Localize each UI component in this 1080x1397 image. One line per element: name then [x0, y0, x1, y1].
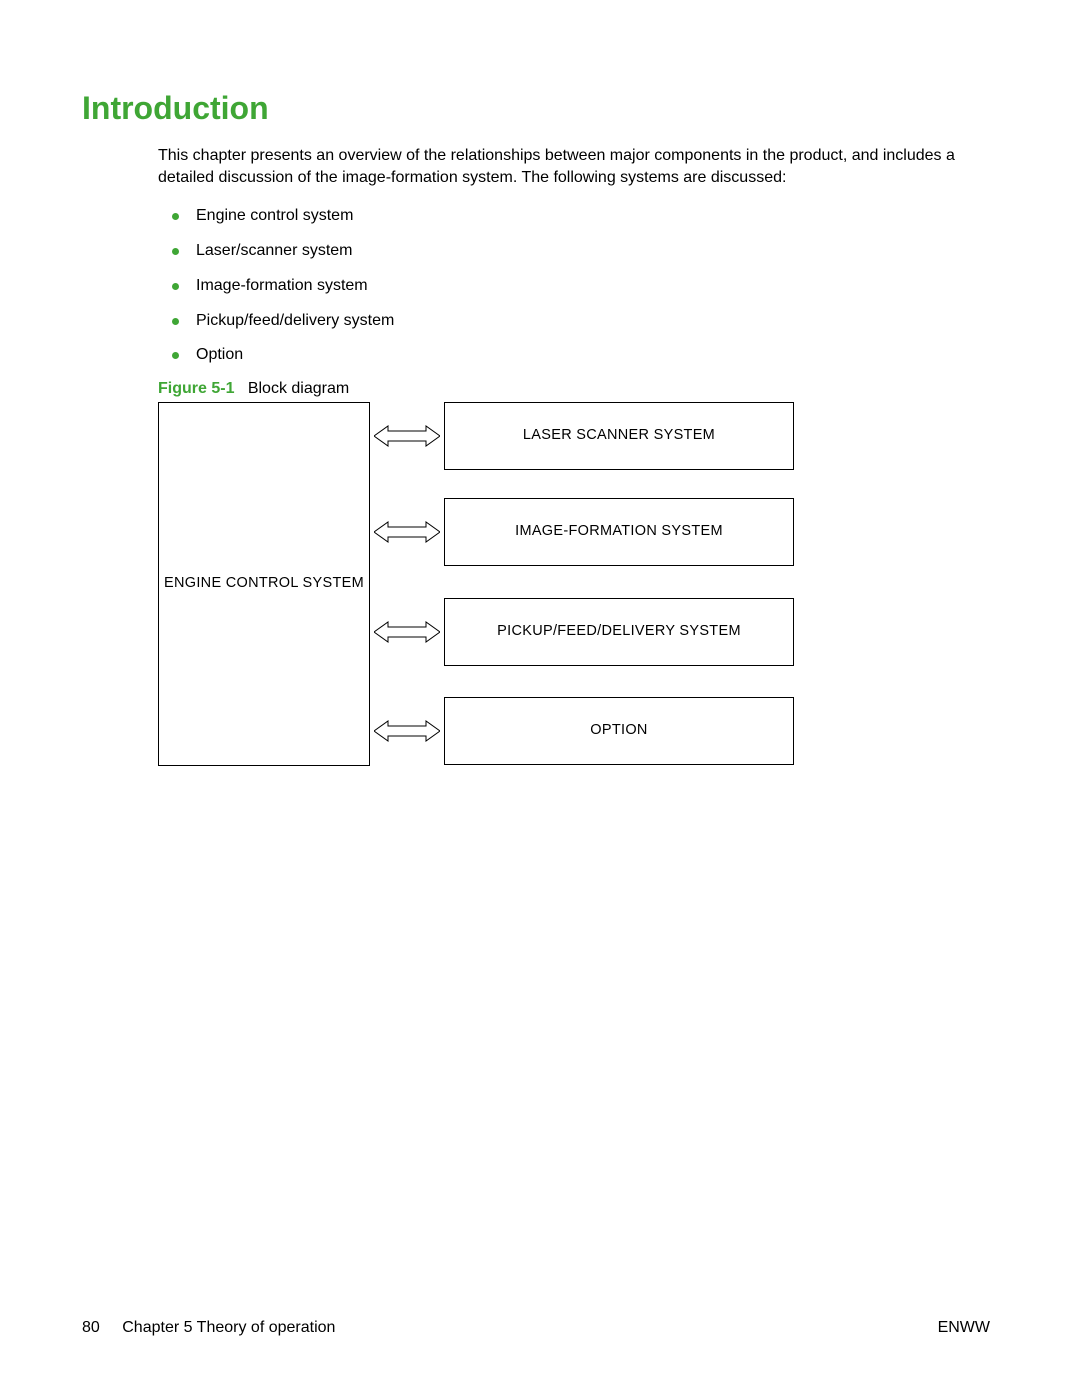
- list-item: Laser/scanner system: [158, 241, 990, 262]
- page-footer: 80 Chapter 5 Theory of operation ENWW: [82, 1319, 990, 1337]
- figure-caption-title: Block diagram: [248, 380, 349, 397]
- section-heading: Introduction: [82, 90, 990, 127]
- double-arrow-icon: [374, 621, 440, 643]
- figure-label: Figure 5-1: [158, 380, 234, 397]
- footer-lang: ENWW: [938, 1319, 990, 1337]
- double-arrow-icon: [374, 521, 440, 543]
- chapter-label: Chapter 5 Theory of operation: [122, 1319, 335, 1336]
- page-number: 80: [82, 1319, 100, 1337]
- list-item: Engine control system: [158, 206, 990, 227]
- laser-scanner-box: LASER SCANNER SYSTEM: [444, 402, 794, 470]
- block-diagram: ENGINE CONTROL SYSTEM LASER SCANNER SYST…: [158, 402, 798, 766]
- list-item: Option: [158, 345, 990, 366]
- image-formation-box: IMAGE-FORMATION SYSTEM: [444, 498, 794, 566]
- figure-caption: Figure 5-1 Block diagram: [158, 380, 990, 398]
- list-item: Pickup/feed/delivery system: [158, 311, 990, 332]
- figure-caption-text: [239, 380, 248, 397]
- page: Introduction This chapter presents an ov…: [0, 0, 1080, 1397]
- footer-left: 80 Chapter 5 Theory of operation: [82, 1319, 335, 1337]
- double-arrow-icon: [374, 425, 440, 447]
- intro-paragraph: This chapter presents an overview of the…: [158, 145, 990, 188]
- option-box: OPTION: [444, 697, 794, 765]
- double-arrow-icon: [374, 720, 440, 742]
- content-block: This chapter presents an overview of the…: [158, 145, 990, 766]
- list-item: Image-formation system: [158, 276, 990, 297]
- systems-list: Engine control system Laser/scanner syst…: [158, 206, 990, 366]
- pickup-feed-box: PICKUP/FEED/DELIVERY SYSTEM: [444, 598, 794, 666]
- engine-control-box: ENGINE CONTROL SYSTEM: [158, 402, 370, 766]
